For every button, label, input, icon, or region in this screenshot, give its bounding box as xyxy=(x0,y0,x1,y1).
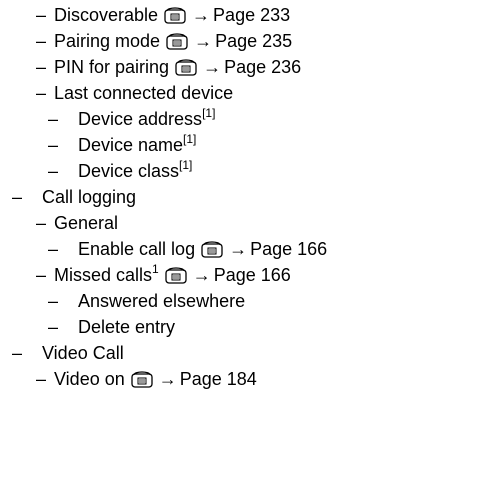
list-item-discoverable: – Discoverable → Page 233 xyxy=(36,2,290,28)
phone-icon xyxy=(131,371,153,388)
list-item-label: Delete entry xyxy=(78,317,176,337)
list-item-label: Missed calls xyxy=(54,265,153,285)
list-dash: – xyxy=(36,5,47,25)
page-arrow: → xyxy=(158,369,177,389)
page-arrow: → xyxy=(229,239,248,259)
list-item-label: Device class xyxy=(78,161,180,181)
list-dash: – xyxy=(48,291,59,311)
list-dash: – xyxy=(12,343,23,363)
page-arrow: → xyxy=(192,265,211,285)
phone-icon xyxy=(175,59,197,76)
list-item-pairing-mode: – Pairing mode → Page 235 xyxy=(36,28,292,54)
page-reference[interactable]: Page 236 xyxy=(224,57,301,77)
list-item-delete-entry: – Delete entry xyxy=(48,314,175,340)
list-item-device-class: – Device class[1] xyxy=(48,158,192,184)
list-item-label: Enable call log xyxy=(78,239,196,259)
list-dash: – xyxy=(48,239,59,259)
list-dash: – xyxy=(36,213,47,233)
list-dash: – xyxy=(36,369,47,389)
list-item-label: Device name xyxy=(78,135,184,155)
page-arrow: → xyxy=(194,31,213,51)
list-item-call-logging: – Call logging xyxy=(12,184,136,210)
page-arrow: → xyxy=(203,57,222,77)
list-item-label: PIN for pairing xyxy=(54,57,170,77)
list-dash: – xyxy=(48,161,59,181)
list-item-answered-elsewhere: – Answered elsewhere xyxy=(48,288,245,314)
list-item-label: Pairing mode xyxy=(54,31,161,51)
page-reference[interactable]: Page 184 xyxy=(180,369,257,389)
footnote-marker: [1] xyxy=(183,132,197,146)
list-item-label: Call logging xyxy=(42,187,137,207)
footnote-marker: 1 xyxy=(152,262,159,276)
list-dash: – xyxy=(12,187,23,207)
list-item-general: – General xyxy=(36,210,118,236)
list-item-enable-call-log: – Enable call log → Page 166 xyxy=(48,236,327,262)
page-reference[interactable]: Page 166 xyxy=(250,239,327,259)
phone-icon xyxy=(164,7,186,24)
page-reference[interactable]: Page 235 xyxy=(215,31,292,51)
list-item-label: Answered elsewhere xyxy=(78,291,246,311)
page-arrow: → xyxy=(192,5,211,25)
list-dash: – xyxy=(36,31,47,51)
list-dash: – xyxy=(36,265,47,285)
phone-icon xyxy=(165,267,187,284)
list-item-device-address: – Device address[1] xyxy=(48,106,215,132)
list-dash: – xyxy=(48,135,59,155)
list-item-label: General xyxy=(54,213,119,233)
list-item-device-name: – Device name[1] xyxy=(48,132,196,158)
list-item-label: Video Call xyxy=(42,343,124,363)
list-item-last-connected-device: – Last connected device xyxy=(36,80,233,106)
page-reference[interactable]: Page 233 xyxy=(213,5,290,25)
footnote-marker: [1] xyxy=(179,158,193,172)
list-dash: – xyxy=(48,109,59,129)
page-reference[interactable]: Page 166 xyxy=(214,265,291,285)
menu-tree-document: – Discoverable → Page 233 – Pairing mode → Pag… xyxy=(0,0,483,482)
footnote-marker: [1] xyxy=(202,106,216,120)
list-item-label: Video on xyxy=(54,369,125,389)
phone-icon xyxy=(201,241,223,258)
list-item-label: Last connected device xyxy=(54,83,234,103)
list-dash: – xyxy=(36,57,47,77)
list-dash: – xyxy=(36,83,47,103)
list-item-label: Discoverable xyxy=(54,5,159,25)
list-item-missed-calls: – Missed calls1 → Page 166 xyxy=(36,262,291,288)
list-item-video-on: – Video on → Page 184 xyxy=(36,366,257,392)
list-item-video-call: – Video Call xyxy=(12,340,124,366)
list-item-label: Device address xyxy=(78,109,203,129)
phone-icon xyxy=(166,33,188,50)
list-dash: – xyxy=(48,317,59,337)
list-item-pin-for-pairing: – PIN for pairing → Page 236 xyxy=(36,54,301,80)
